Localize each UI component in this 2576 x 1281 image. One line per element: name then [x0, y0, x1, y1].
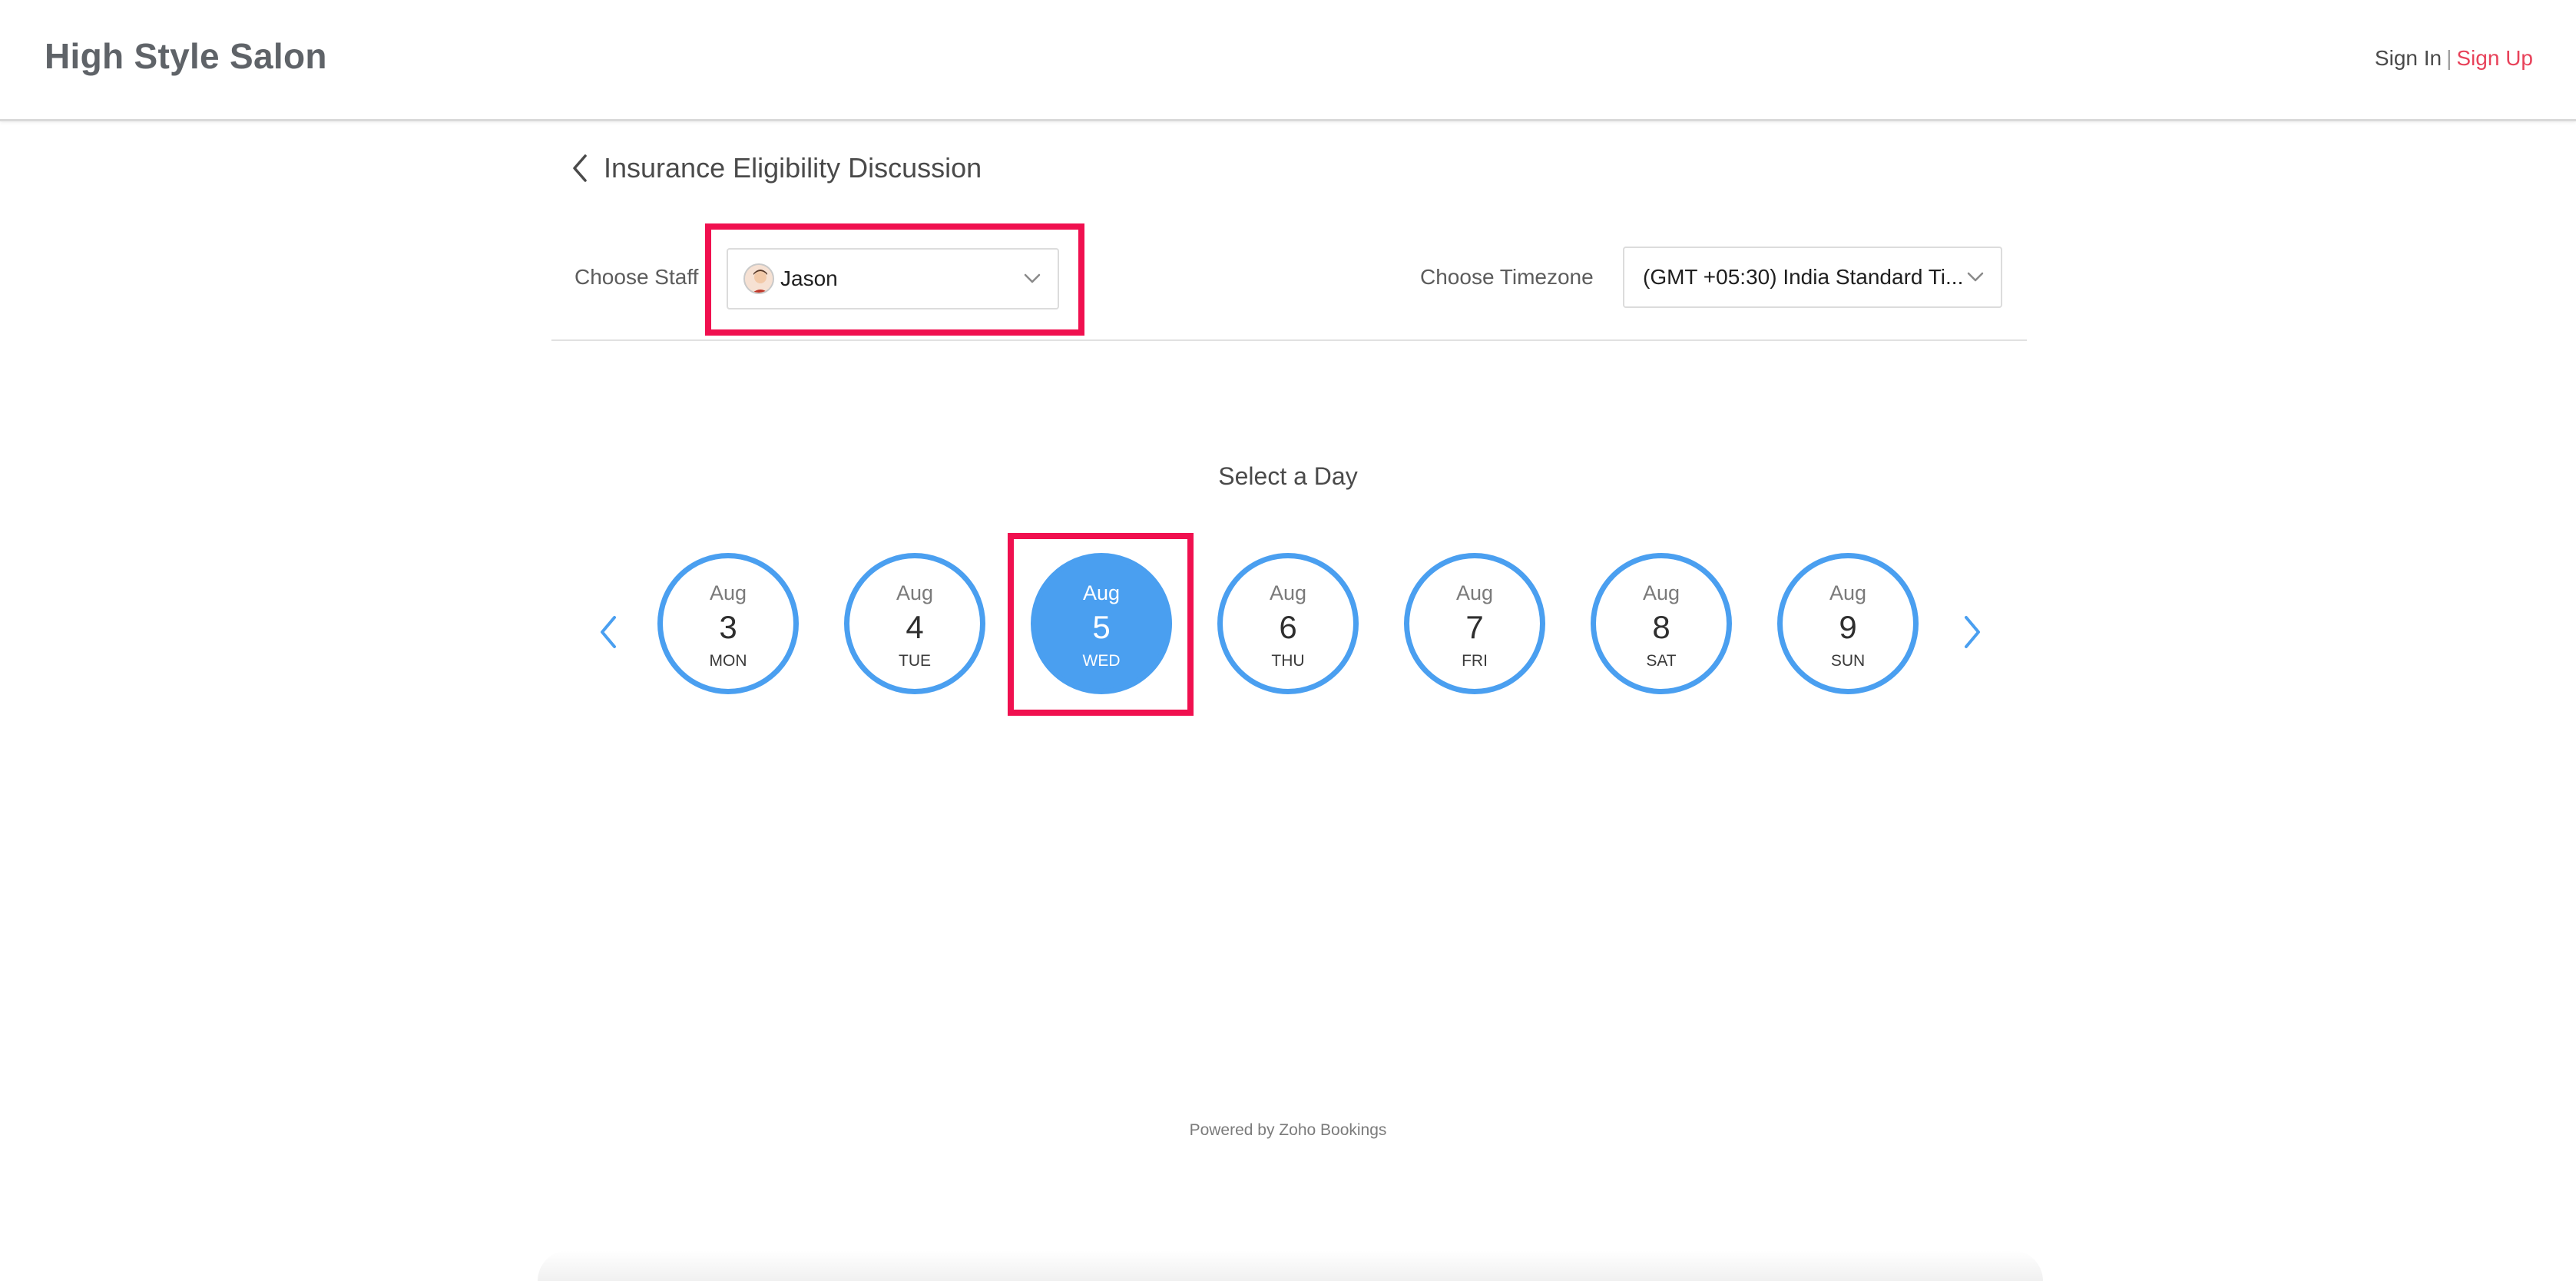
day-month: Aug — [1455, 581, 1494, 604]
day-weekday: TUE — [899, 652, 931, 670]
staff-selected-value: Jason — [780, 266, 838, 290]
sign-in-link[interactable]: Sign In — [2375, 46, 2442, 70]
day-weekday: SAT — [1646, 652, 1677, 670]
day-date: 9 — [1839, 609, 1857, 645]
brand-name[interactable]: High Style Salon — [45, 35, 327, 77]
top-header: High Style Salon Sign In | Sign Up — [0, 0, 2576, 121]
chevron-down-icon — [1967, 272, 1984, 282]
day-button-selected[interactable]: Aug 5 WED — [1031, 553, 1172, 694]
choose-timezone-label: Choose Timezone — [1420, 265, 1594, 289]
service-title: Insurance Eligibility Discussion — [604, 152, 982, 184]
user-avatar-icon — [743, 263, 774, 294]
bottom-panel-shadow — [538, 1250, 2043, 1281]
day-date: 4 — [906, 609, 924, 645]
timezone-selected-value: (GMT +05:30) India Standard Ti... — [1643, 265, 1964, 289]
powered-by-text: Powered by Zoho Bookings — [1189, 1121, 1387, 1139]
day-weekday: THU — [1271, 652, 1305, 670]
previous-week-chevron-left-icon[interactable] — [596, 613, 619, 651]
day-month: Aug — [709, 581, 747, 604]
day-button[interactable]: Aug 8 SAT — [1591, 553, 1732, 694]
day-date: 8 — [1652, 609, 1670, 645]
day-button[interactable]: Aug 6 THU — [1217, 553, 1359, 694]
sign-up-link[interactable]: Sign Up — [2456, 46, 2533, 70]
day-button[interactable]: Aug 4 TUE — [844, 553, 985, 694]
day-date: 3 — [719, 609, 737, 645]
day-button[interactable]: Aug 7 FRI — [1404, 553, 1545, 694]
day-weekday: WED — [1082, 652, 1121, 670]
day-button[interactable]: Aug 3 MON — [657, 553, 799, 694]
section-divider — [551, 339, 2027, 341]
day-weekday: MON — [709, 652, 747, 670]
day-weekday: SUN — [1830, 652, 1866, 670]
day-date: 6 — [1279, 609, 1297, 645]
timezone-dropdown[interactable]: (GMT +05:30) India Standard Ti... — [1623, 247, 2002, 308]
auth-links: Sign In | Sign Up — [2375, 46, 2533, 71]
day-button[interactable]: Aug 9 SUN — [1777, 553, 1919, 694]
day-month: Aug — [896, 581, 934, 604]
day-date: 5 — [1092, 609, 1111, 645]
day-date: 7 — [1465, 609, 1484, 645]
day-month: Aug — [1082, 581, 1121, 604]
day-month: Aug — [1642, 581, 1680, 604]
staff-dropdown[interactable]: Jason — [727, 248, 1059, 309]
choose-staff-label: Choose Staff — [574, 265, 699, 289]
select-day-heading: Select a Day — [1218, 462, 1358, 490]
day-month: Aug — [1829, 581, 1867, 604]
day-weekday: FRI — [1462, 652, 1488, 670]
next-week-chevron-right-icon[interactable] — [1962, 613, 1985, 651]
chevron-down-icon — [1024, 273, 1041, 283]
chevron-left-icon[interactable] — [568, 153, 593, 184]
day-month: Aug — [1269, 581, 1307, 604]
service-back-link[interactable]: Insurance Eligibility Discussion — [568, 152, 982, 184]
auth-separator: | — [2446, 46, 2452, 70]
